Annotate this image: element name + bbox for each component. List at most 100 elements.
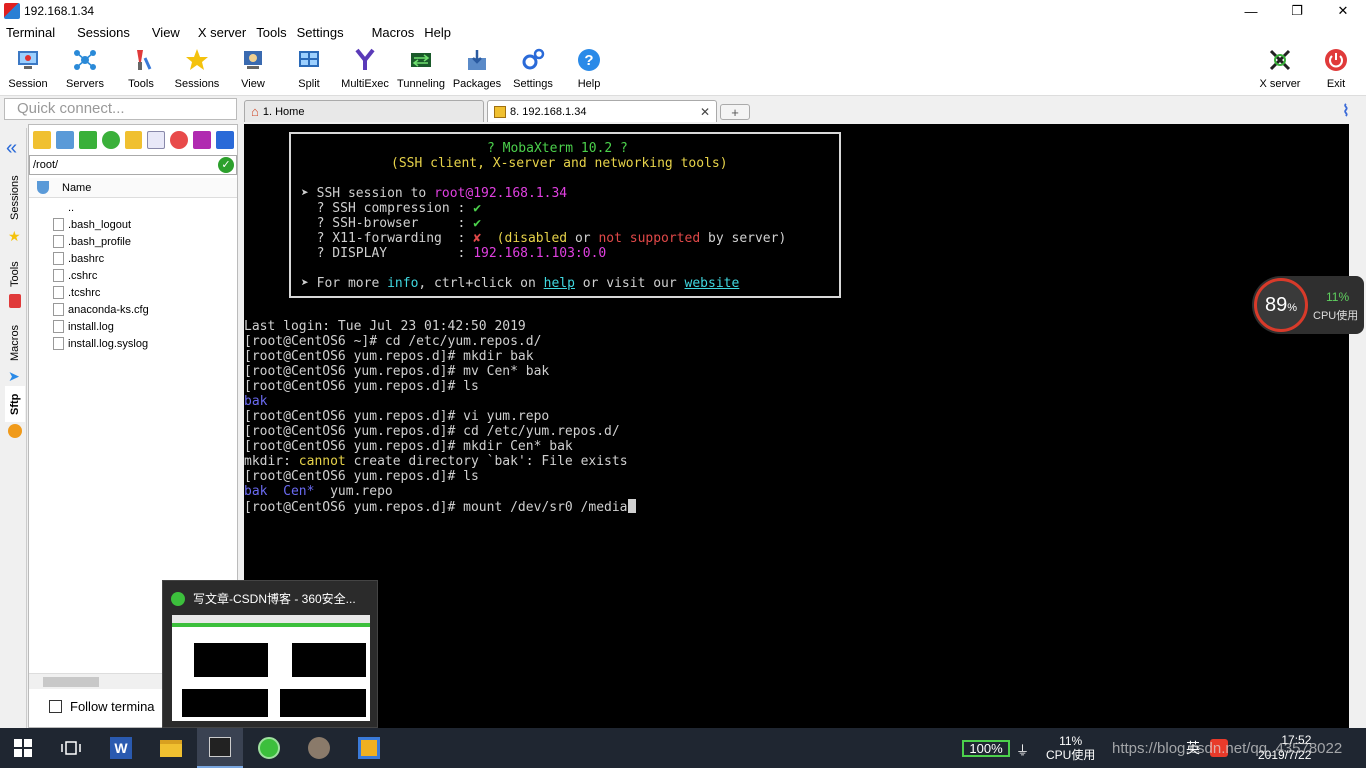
file-icon bbox=[53, 320, 64, 333]
xserver-button[interactable]: X server bbox=[1252, 44, 1308, 94]
terminal-line: [root@CentOS6 yum.repos.d]# cd /etc/yum.… bbox=[244, 424, 620, 439]
list-item[interactable]: .tcshrc bbox=[29, 284, 237, 301]
taskbar-word[interactable]: W bbox=[98, 728, 144, 768]
task-view-button[interactable] bbox=[48, 728, 94, 768]
side-tab-sftp[interactable]: Sftp bbox=[5, 386, 25, 422]
parent-folder-icon[interactable] bbox=[33, 131, 51, 149]
sessions-button[interactable]: Sessions bbox=[169, 44, 225, 94]
terminal-line: [root@CentOS6 ~]# cd /etc/yum.repos.d/ bbox=[244, 334, 542, 349]
scrollbar-thumb[interactable] bbox=[43, 677, 99, 687]
thumbnail-title: 写文章-CSDN博客 - 360安全... bbox=[171, 590, 356, 607]
app-square-icon bbox=[358, 737, 380, 759]
welcome-banner: ? MobaXterm 10.2 ? (SSH client, X-server… bbox=[289, 132, 841, 298]
list-item[interactable]: .bash_logout bbox=[29, 216, 237, 233]
settings-icon bbox=[520, 47, 546, 73]
side-tab-tools[interactable]: Tools bbox=[5, 254, 25, 294]
close-button[interactable]: ✕ bbox=[1320, 0, 1366, 22]
multiexec-button[interactable]: MultiExec bbox=[337, 44, 393, 94]
list-item[interactable]: anaconda-ks.cfg bbox=[29, 301, 237, 318]
xserver-icon bbox=[1267, 47, 1293, 73]
taskbar-thumbnail-preview[interactable]: 写文章-CSDN博客 - 360安全... bbox=[162, 580, 378, 728]
settings-button[interactable]: Settings bbox=[505, 44, 561, 94]
tab-close-icon[interactable]: ✕ bbox=[690, 105, 710, 119]
servers-button[interactable]: Servers bbox=[57, 44, 113, 94]
website-link[interactable]: website bbox=[685, 276, 740, 291]
shield-icon bbox=[37, 181, 49, 194]
tab-session-192-168-1-34[interactable]: 8. 192.168.1.34 ✕ bbox=[487, 100, 717, 122]
menu-help[interactable]: Help bbox=[422, 25, 459, 40]
new-folder-icon[interactable] bbox=[124, 131, 143, 149]
menu-tools[interactable]: Tools bbox=[254, 25, 294, 40]
tunneling-button[interactable]: Tunneling bbox=[393, 44, 449, 94]
taskbar-app-avatar[interactable] bbox=[296, 728, 342, 768]
quick-connect-input[interactable]: Quick connect... bbox=[4, 98, 237, 120]
refresh-icon[interactable] bbox=[101, 131, 120, 149]
session-button[interactable]: Session bbox=[0, 44, 56, 94]
tools-button[interactable]: Tools bbox=[113, 44, 169, 94]
help-link[interactable]: help bbox=[544, 276, 575, 291]
tray-cpu[interactable]: 11% CPU使用 bbox=[1046, 728, 1095, 768]
title-bar: 192.168.1.34 — ❐ ✕ bbox=[0, 0, 1366, 22]
tools-icon bbox=[128, 47, 154, 73]
help-button[interactable]: ? Help bbox=[561, 44, 617, 94]
list-item[interactable]: install.log.syslog bbox=[29, 335, 237, 352]
side-tab-macros[interactable]: Macros bbox=[5, 320, 25, 366]
mobaxterm-window: 192.168.1.34 — ❐ ✕ Terminal Sessions Vie… bbox=[0, 0, 1366, 768]
permissions-icon[interactable] bbox=[216, 131, 235, 149]
checkbox-box[interactable] bbox=[49, 700, 62, 713]
banner-browser-line: ? SSH-browser : ✔ bbox=[301, 216, 482, 231]
terminal-scrollbar[interactable] bbox=[1349, 124, 1366, 728]
packages-button[interactable]: Packages bbox=[449, 44, 505, 94]
banner-title: ? MobaXterm 10.2 ? bbox=[487, 141, 628, 156]
terminal-output[interactable]: ? MobaXterm 10.2 ? (SSH client, X-server… bbox=[244, 124, 1349, 728]
last-login-line: Last login: Tue Jul 23 01:42:50 2019 bbox=[244, 319, 526, 334]
maximize-button[interactable]: ❐ bbox=[1274, 0, 1320, 22]
menu-macros[interactable]: Macros bbox=[352, 25, 423, 40]
minimize-button[interactable]: — bbox=[1228, 0, 1274, 22]
menu-xserver[interactable]: X server bbox=[188, 25, 254, 40]
list-item[interactable]: .. bbox=[29, 199, 237, 216]
cpu-monitor-widget[interactable]: 89% 11% CPU使用 bbox=[1252, 276, 1364, 334]
path-ok-icon[interactable]: ✓ bbox=[218, 157, 234, 173]
list-item[interactable]: install.log bbox=[29, 318, 237, 335]
taskbar-explorer[interactable] bbox=[148, 728, 194, 768]
charging-plug-icon: ⏚ bbox=[1016, 743, 1030, 758]
tab-home[interactable]: ⌂ 1. Home bbox=[244, 100, 484, 122]
menu-view[interactable]: View bbox=[138, 25, 188, 40]
delete-icon[interactable] bbox=[170, 131, 189, 149]
new-file-icon[interactable] bbox=[147, 131, 166, 149]
watermark-text: https://blog.csdn.net/qq_43578022 bbox=[1112, 739, 1343, 757]
taskbar-mobaxterm[interactable] bbox=[197, 728, 243, 768]
sftp-side-icon bbox=[8, 424, 22, 438]
menu-terminal[interactable]: Terminal bbox=[0, 25, 63, 40]
side-tab-sessions[interactable]: Sessions bbox=[5, 172, 25, 224]
file-list-header: Name bbox=[29, 178, 237, 198]
taskbar-app-square[interactable] bbox=[346, 728, 392, 768]
sftp-path-input[interactable]: /root/ ✓ bbox=[29, 155, 237, 175]
collapse-chevron-icon[interactable]: « bbox=[6, 138, 17, 158]
cpu-label: CPU使用 bbox=[1313, 310, 1359, 322]
attachment-icon[interactable]: ⌇ bbox=[1342, 101, 1360, 120]
mobaxterm-taskbar-icon bbox=[209, 737, 231, 757]
taskbar-360-browser[interactable] bbox=[246, 728, 292, 768]
column-name[interactable]: Name bbox=[62, 182, 91, 194]
tunneling-icon bbox=[408, 47, 434, 73]
list-item[interactable]: .bashrc bbox=[29, 250, 237, 267]
upload-icon[interactable] bbox=[78, 131, 97, 149]
battery-indicator[interactable]: 100% bbox=[962, 740, 1010, 757]
menu-sessions[interactable]: Sessions bbox=[63, 25, 138, 40]
rename-icon[interactable] bbox=[193, 131, 212, 149]
terminal-line: [root@CentOS6 yum.repos.d]# ls bbox=[244, 379, 479, 394]
start-button[interactable] bbox=[0, 728, 46, 768]
list-item[interactable]: .bash_profile bbox=[29, 233, 237, 250]
menu-settings[interactable]: Settings bbox=[295, 25, 352, 40]
terminal-current-line: [root@CentOS6 yum.repos.d]# mount /dev/s… bbox=[244, 499, 636, 515]
word-icon: W bbox=[110, 737, 132, 759]
view-button[interactable]: View bbox=[225, 44, 281, 94]
follow-terminal-checkbox[interactable]: Follow termina bbox=[49, 699, 155, 714]
split-button[interactable]: Split bbox=[281, 44, 337, 94]
exit-button[interactable]: Exit bbox=[1308, 44, 1364, 94]
new-tab-button[interactable]: + bbox=[720, 104, 750, 120]
list-item[interactable]: .cshrc bbox=[29, 267, 237, 284]
download-icon[interactable] bbox=[55, 131, 74, 149]
